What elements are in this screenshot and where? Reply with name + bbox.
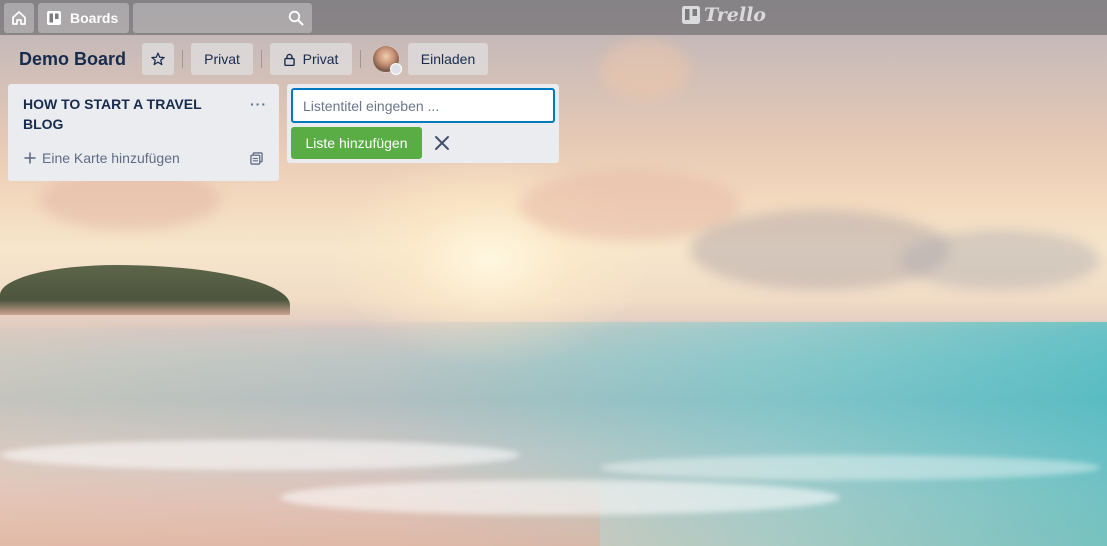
invite-label: Einladen xyxy=(420,51,476,67)
card-template-button[interactable] xyxy=(250,152,263,170)
background-wave xyxy=(0,440,520,470)
invite-button[interactable]: Einladen xyxy=(408,43,489,75)
board-header: Demo Board Privat Privat Einladen xyxy=(0,42,1107,76)
lock-icon xyxy=(283,53,295,66)
background-wave xyxy=(600,455,1100,480)
home-icon xyxy=(12,10,26,25)
board-title[interactable]: Demo Board xyxy=(19,49,126,70)
boards-button[interactable]: Boards xyxy=(38,2,129,33)
background-island xyxy=(0,265,290,315)
boards-icon xyxy=(47,10,61,25)
trello-logo[interactable]: Trello xyxy=(682,4,766,26)
add-card-label: Eine Karte hinzufügen xyxy=(42,150,180,166)
list-title[interactable]: HOW TO START A TRAVEL BLOG xyxy=(23,94,223,134)
list-title-input[interactable] xyxy=(291,88,555,123)
add-list-form: Liste hinzufügen xyxy=(287,84,559,163)
background-cloud xyxy=(900,230,1100,290)
boards-label: Boards xyxy=(70,9,119,26)
board-permission-label: Privat xyxy=(302,51,339,67)
close-icon xyxy=(435,136,449,150)
list-menu-button[interactable]: ··· xyxy=(250,96,267,112)
plus-icon xyxy=(24,152,36,164)
trello-logo-text: Trello xyxy=(704,4,766,26)
home-button[interactable] xyxy=(4,2,34,33)
board-visibility-button[interactable]: Privat xyxy=(191,43,254,75)
star-icon xyxy=(151,52,165,66)
close-form-button[interactable] xyxy=(430,131,454,155)
background-wave xyxy=(280,480,840,515)
add-card-button[interactable]: Eine Karte hinzufügen xyxy=(24,150,180,166)
add-list-button[interactable]: Liste hinzufügen xyxy=(291,127,422,159)
trello-logo-icon xyxy=(682,6,700,24)
divider xyxy=(360,50,362,68)
divider xyxy=(261,50,263,68)
admin-badge-icon xyxy=(390,63,403,75)
board-permission-button[interactable]: Privat xyxy=(270,43,353,75)
card-template-icon xyxy=(250,152,263,165)
search-input[interactable] xyxy=(133,2,312,33)
search-icon xyxy=(288,10,304,25)
star-board-button[interactable] xyxy=(142,43,175,75)
board-visibility-label: Privat xyxy=(204,51,240,67)
list-column: HOW TO START A TRAVEL BLOG ··· Eine Kart… xyxy=(8,84,279,181)
app-header: Boards Trello xyxy=(0,0,1107,35)
divider xyxy=(182,50,184,68)
member-avatar[interactable] xyxy=(372,45,403,75)
